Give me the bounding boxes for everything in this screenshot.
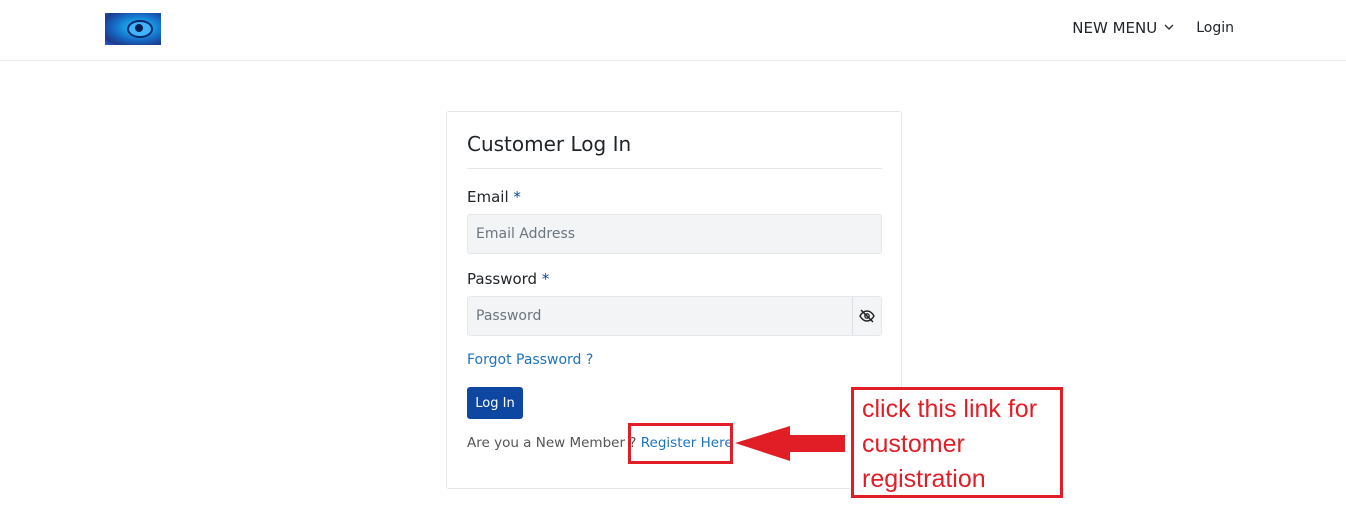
eye-logo-icon	[127, 20, 153, 38]
main-nav: NEW MENU Login	[1072, 19, 1234, 37]
login-button[interactable]: Log In	[467, 387, 523, 419]
eye-slash-icon	[859, 309, 875, 323]
annotation-note: click this link for customer registratio…	[851, 387, 1063, 498]
nav-new-menu[interactable]: NEW MENU	[1072, 19, 1174, 37]
chevron-down-icon	[1164, 24, 1174, 34]
forgot-password-link[interactable]: Forgot Password ?	[467, 352, 593, 368]
new-member-text: Are you a New Member ?	[467, 435, 637, 451]
site-header: NEW MENU Login	[0, 0, 1346, 61]
password-label: Password *	[467, 270, 549, 288]
email-required-mark: *	[513, 188, 521, 206]
nav-login-link[interactable]: Login	[1196, 20, 1234, 36]
password-label-text: Password	[467, 270, 538, 288]
annotation-highlight-box	[628, 423, 733, 464]
email-label: Email *	[467, 188, 521, 206]
nav-new-menu-label: NEW MENU	[1072, 19, 1158, 37]
login-card-title: Customer Log In	[467, 132, 632, 156]
email-field[interactable]	[467, 214, 882, 254]
email-label-text: Email	[467, 188, 509, 206]
title-divider	[467, 168, 882, 169]
password-required-mark: *	[541, 270, 550, 288]
annotation-arrow-icon	[735, 426, 845, 461]
password-visibility-toggle[interactable]	[852, 296, 882, 336]
password-field[interactable]	[467, 296, 853, 336]
site-logo[interactable]	[105, 13, 161, 45]
